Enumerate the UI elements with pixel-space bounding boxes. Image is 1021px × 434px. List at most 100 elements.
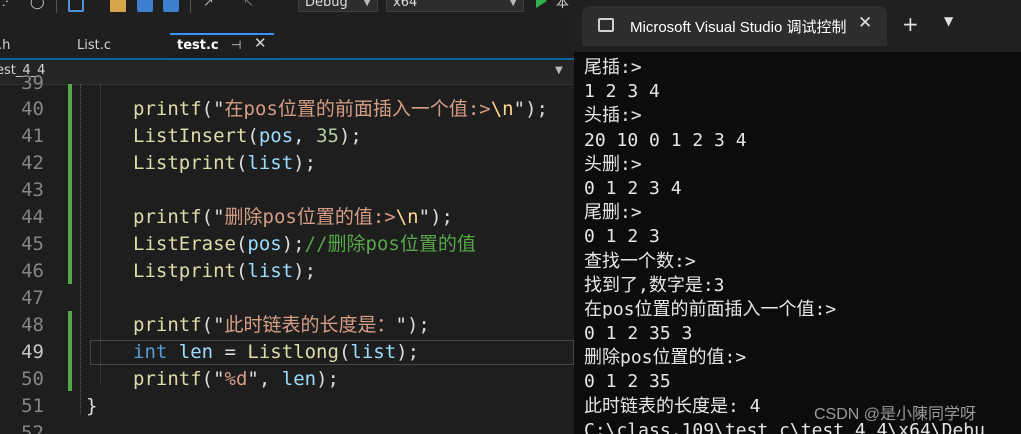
token-punct: (": [201, 98, 225, 120]
code-line: 44 printf("删除pos位置的值:>\n");: [0, 204, 574, 231]
token-comment: //删除pos位置的值: [304, 233, 476, 255]
console-line: 头删:>: [584, 153, 642, 175]
token-function: printf: [133, 206, 202, 228]
tab-label: List.c: [77, 38, 112, 53]
debug-console-window: Microsoft Visual Studio 调试控制台 ✕ + ▼ 尾插:>…: [574, 0, 1021, 434]
tab-test-c[interactable]: test.c ⊣ ✕: [170, 33, 274, 58]
token-string: 此时链表的长度是：: [224, 314, 396, 336]
token-brace: }: [86, 395, 98, 417]
chevron-down-icon[interactable]: ▼: [944, 14, 953, 28]
code-line: 45 ListErase(pos);//删除pos位置的值: [0, 231, 574, 258]
pin-icon[interactable]: ⊣: [231, 35, 241, 56]
line-number: 50: [21, 368, 44, 390]
start-debug-icon[interactable]: [536, 0, 547, 8]
code-line: 40 printf("在pos位置的前面插入一个值:>\n");: [0, 96, 574, 123]
ide-toolbar: ⴾ ◯ ↗ ↖ Debug ▼ x64 ▼ 本: [0, 0, 574, 34]
token-punct: (: [235, 233, 248, 255]
token-punct: (: [235, 260, 248, 282]
code-line-current: 49 int len = Listlong(list);: [0, 339, 574, 366]
token-variable: pos: [258, 125, 294, 147]
code-text: Listprint(list);: [133, 258, 316, 285]
back-icon[interactable]: ◯: [30, 0, 45, 13]
code-text: Listprint(list);: [133, 150, 316, 177]
token-punct: (": [201, 368, 225, 390]
console-line: 0 1 2 35 3: [584, 323, 693, 345]
configuration-value: Debug: [305, 0, 348, 10]
open-folder-icon[interactable]: [110, 0, 126, 12]
token-punct: );: [316, 368, 339, 390]
console-line: 删除pos位置的值:>: [584, 347, 747, 369]
token-string: %d: [224, 368, 248, 390]
token-punct: );: [293, 152, 317, 174]
token-punct: (": [201, 314, 225, 336]
document-tab-bar: .h List.c test.c ⊣ ✕: [0, 33, 574, 60]
code-line: 48 printf("此时链表的长度是：");: [0, 312, 574, 339]
token-variable: list: [350, 341, 397, 363]
code-line: 47: [0, 285, 574, 312]
code-editor-pane: ⴾ ◯ ↗ ↖ Debug ▼ x64 ▼ 本 .h List.c test.c…: [0, 0, 574, 434]
token-function: printf: [133, 314, 202, 336]
code-text: printf("%d", len);: [133, 366, 339, 393]
token-punct: ");: [513, 98, 548, 120]
tab-list-c[interactable]: List.c: [77, 33, 165, 58]
console-line: 查找一个数:>: [584, 250, 696, 272]
console-line: 找到了,数字是:3: [584, 274, 725, 296]
toolbar-separator: [56, 0, 57, 13]
terminal-tab[interactable]: Microsoft Visual Studio 调试控制台 ✕: [582, 6, 887, 46]
token-punct: );: [338, 125, 362, 147]
terminal-icon: [598, 18, 614, 32]
configuration-dropdown[interactable]: Debug ▼: [298, 0, 378, 12]
line-number: 52: [21, 422, 44, 434]
code-text: }: [86, 393, 97, 420]
code-line: 51 }: [0, 393, 574, 420]
start-debug-label[interactable]: 本: [556, 0, 569, 11]
line-number: 46: [21, 260, 44, 282]
console-line: 在pos位置的前面插入一个值:>: [584, 298, 837, 320]
close-icon[interactable]: ✕: [254, 33, 267, 54]
console-line: 20 10 0 1 2 3 4: [584, 129, 747, 151]
token-function: printf: [133, 98, 202, 120]
code-text: printf("删除pos位置的值:>\n");: [133, 204, 453, 231]
token-punct: ,: [258, 368, 282, 390]
tab-label: .h: [0, 38, 11, 53]
code-line: 41 ListInsert(pos, 35);: [0, 123, 574, 150]
console-line: 头插:>: [584, 105, 642, 127]
tab-header-file[interactable]: .h: [0, 33, 70, 58]
token-punct: ": [247, 368, 259, 390]
line-number: 42: [21, 152, 44, 174]
code-text: printf("此时链表的长度是：");: [133, 312, 430, 339]
token-string: 在pos位置的前面插入一个值:>: [224, 98, 491, 120]
token-escape: \n: [490, 98, 514, 120]
undo-icon[interactable]: ↗: [203, 0, 214, 13]
line-number: 41: [21, 125, 44, 147]
new-project-icon[interactable]: [68, 0, 84, 12]
new-tab-button[interactable]: +: [902, 12, 919, 36]
token-punct: ");: [418, 206, 453, 228]
code-line: 39: [0, 70, 574, 97]
line-number: 40: [21, 98, 44, 120]
token-keyword: int: [133, 341, 168, 363]
terminal-tab-title: Microsoft Visual Studio 调试控制台: [630, 19, 848, 36]
token-punct: =: [213, 341, 248, 363]
code-text: int len = Listlong(list);: [133, 339, 419, 366]
code-area[interactable]: 39 40 printf("在pos位置的前面插入一个值:>\n"); 41 L…: [0, 72, 574, 434]
console-line: 尾插:>: [584, 57, 642, 78]
token-function: ListInsert: [133, 125, 248, 147]
close-icon[interactable]: ✕: [858, 13, 872, 33]
token-function: Listlong: [247, 341, 339, 363]
save-icon[interactable]: [137, 0, 153, 12]
token-function: Listprint: [133, 152, 236, 174]
token-string: 删除pos位置的值:>: [224, 206, 396, 228]
platform-dropdown[interactable]: x64 ▼: [386, 0, 524, 12]
code-line: 46 Listprint(list);: [0, 258, 574, 285]
console-line: 0 1 2 3: [584, 226, 660, 248]
code-line: 50 printf("%d", len);: [0, 366, 574, 393]
token-punct: );: [396, 341, 420, 363]
line-number: 43: [21, 179, 44, 201]
token-variable: len: [167, 341, 214, 363]
redo-icon[interactable]: ↖: [243, 0, 254, 13]
save-all-icon[interactable]: [163, 0, 179, 12]
toolbar-overflow-icon[interactable]: ⴾ: [2, 0, 8, 13]
line-number: 45: [21, 233, 44, 255]
token-punct: (": [201, 206, 225, 228]
